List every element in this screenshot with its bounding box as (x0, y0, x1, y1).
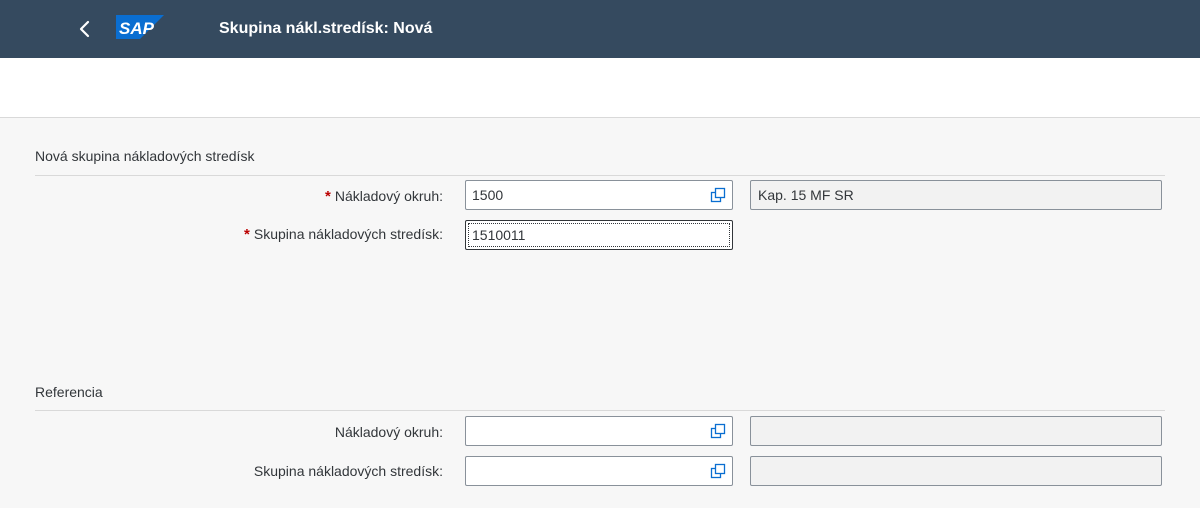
ref-cost-center-group-label: Skupina nákladových stredísk: (253, 463, 443, 479)
value-help-icon[interactable] (710, 463, 726, 479)
chevron-left-icon (79, 20, 90, 38)
value-help-icon[interactable] (710, 423, 726, 439)
controlling-area-input[interactable]: 1500 (465, 180, 733, 210)
value-help-icon[interactable] (710, 187, 726, 203)
section-title-new-group: Nová skupina nákladových stredísk (35, 148, 255, 164)
page-title: Skupina nákl.stredísk: Nová (219, 20, 433, 37)
shell-bar: SAP Skupina nákl.stredísk: Nová (0, 0, 1200, 58)
ref-cost-center-group-description (750, 456, 1162, 486)
section-divider (35, 175, 1165, 176)
section-title-reference: Referencia (35, 384, 103, 400)
sap-logo[interactable]: SAP (116, 15, 164, 39)
cost-center-group-input[interactable]: 1510011 (465, 220, 733, 250)
back-button[interactable] (70, 14, 100, 44)
controlling-area-label: * Nákladový okruh: (324, 188, 443, 205)
required-mark: * (244, 226, 250, 243)
section-divider (35, 410, 1165, 411)
cost-center-group-label: * Skupina nákladových stredísk: (244, 226, 443, 243)
ref-controlling-area-label: Nákladový okruh: (334, 424, 443, 440)
controlling-area-description: Kap. 15 MF SR (750, 180, 1162, 210)
ref-controlling-area-input[interactable] (465, 416, 733, 446)
toolbar-area (0, 58, 1200, 118)
ref-controlling-area-description (750, 416, 1162, 446)
ref-cost-center-group-input[interactable] (465, 456, 733, 486)
svg-text:SAP: SAP (119, 19, 155, 38)
required-mark: * (324, 188, 331, 205)
